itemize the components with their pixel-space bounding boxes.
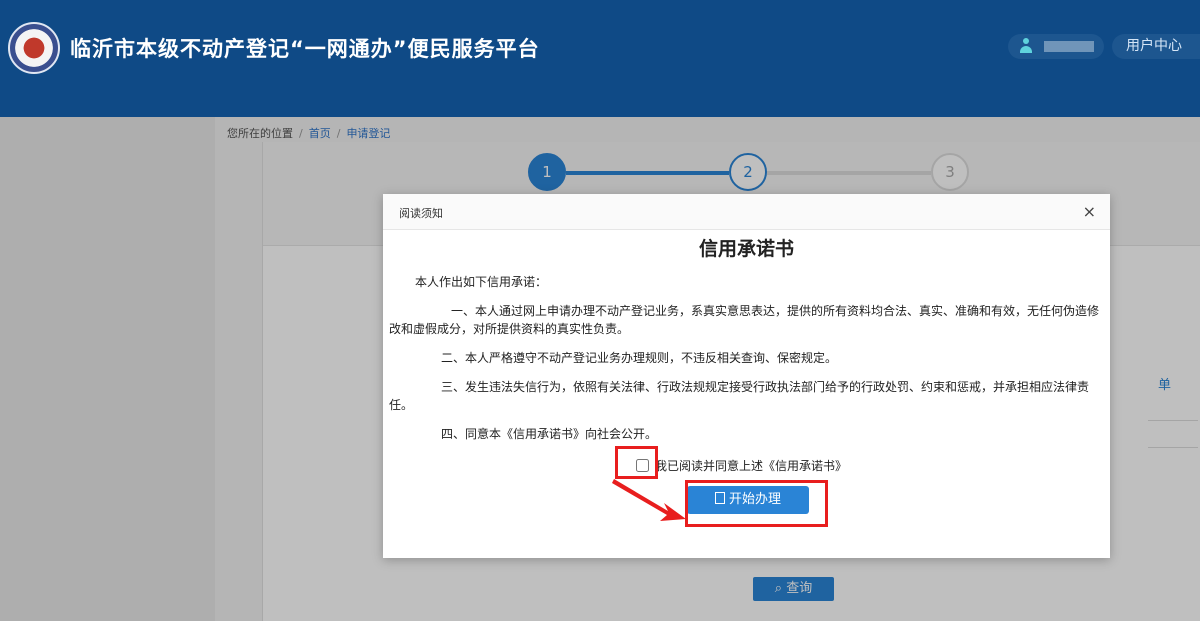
modal-header: 阅读须知 × — [383, 194, 1110, 230]
commitment-item-4: 四、同意本《信用承诺书》向社会公开。 — [441, 427, 658, 441]
site-logo — [8, 22, 60, 74]
commitment-item-3: 三、发生违法失信行为，依照有关法律、行政法规规定接受行政执法部门给予的行政处罚、… — [389, 380, 1090, 412]
commitment-item-1: 一、本人通过网上申请办理不动产登记业务，系真实意思表达，提供的所有资料均合法、真… — [389, 304, 1100, 336]
user-account-button[interactable] — [1008, 34, 1104, 59]
commitment-intro: 本人作出如下信用承诺： — [415, 275, 548, 289]
username-redacted — [1044, 41, 1094, 52]
close-icon[interactable]: × — [1083, 202, 1096, 221]
commitment-item-2: 二、本人严格遵守不动产登记业务办理规则，不违反相关查询、保密规定。 — [441, 351, 838, 365]
pointer-arrow-icon — [612, 479, 686, 521]
agree-row[interactable]: 我已阅读并同意上述《信用承诺书》 — [636, 457, 847, 474]
document-title: 信用承诺书 — [698, 238, 794, 260]
user-center-link[interactable]: 用户中心 — [1112, 34, 1200, 59]
user-icon — [1020, 38, 1032, 54]
modal-title: 阅读须知 — [399, 207, 443, 220]
site-header: 临沂市本级不动产登记“一网通办”便民服务平台 用户中心 — [0, 0, 1200, 117]
agree-label: 我已阅读并同意上述《信用承诺书》 — [655, 459, 848, 473]
button-highlight-box — [685, 480, 828, 527]
site-title: 临沂市本级不动产登记“一网通办”便民服务平台 — [70, 37, 540, 61]
